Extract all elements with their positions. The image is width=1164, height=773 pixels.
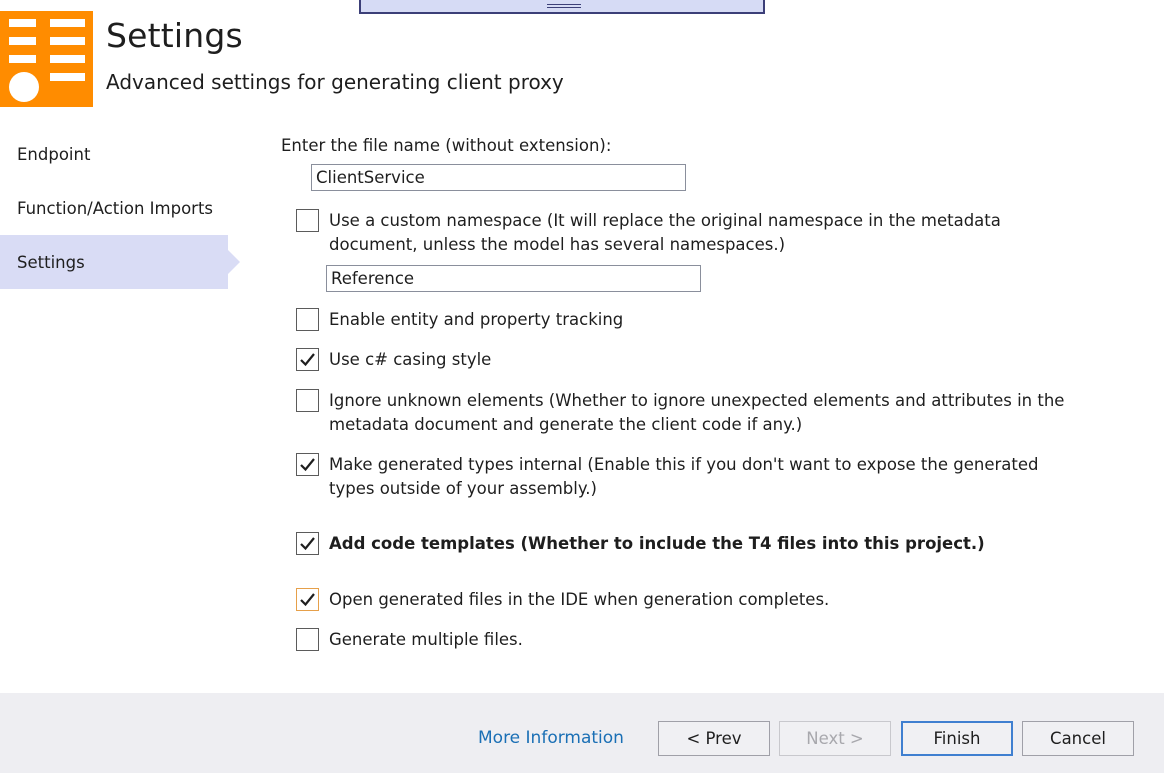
custom-namespace-checkbox[interactable] <box>296 209 319 232</box>
nav-item-label: Settings <box>17 252 85 272</box>
file-name-label: Enter the file name (without extension): <box>281 136 612 155</box>
option-ignore-unknown: Ignore unknown elements (Whether to igno… <box>296 389 1069 437</box>
option-csharp-casing: Use c# casing style <box>296 348 1069 372</box>
ignore-unknown-checkbox[interactable] <box>296 389 319 412</box>
splitter-handle[interactable] <box>359 0 765 14</box>
checkmark-icon <box>300 353 315 367</box>
option-entity-tracking: Enable entity and property tracking <box>296 308 1069 332</box>
custom-namespace-label: Use a custom namespace (It will replace … <box>329 211 1001 254</box>
option-internal-types: Make generated types internal (Enable th… <box>296 453 1069 501</box>
finish-button[interactable]: Finish <box>901 721 1013 756</box>
entity-tracking-label: Enable entity and property tracking <box>329 310 624 329</box>
option-custom-namespace: Use a custom namespace (It will replace … <box>296 209 1069 257</box>
internal-types-label: Make generated types internal (Enable th… <box>329 455 1039 498</box>
nav-item-function-action-imports[interactable]: Function/Action Imports <box>0 181 228 235</box>
wizard-nav: Endpoint Function/Action Imports Setting… <box>0 127 240 289</box>
page-subtitle: Advanced settings for generating client … <box>106 70 564 94</box>
nav-item-endpoint[interactable]: Endpoint <box>0 127 228 181</box>
namespace-input[interactable] <box>326 265 701 292</box>
next-button[interactable]: Next > <box>779 721 891 756</box>
code-templates-label: Add code templates (Whether to include t… <box>329 534 985 553</box>
prev-button[interactable]: < Prev <box>658 721 770 756</box>
nav-item-label: Endpoint <box>17 144 91 164</box>
multiple-files-checkbox[interactable] <box>296 628 319 651</box>
nav-item-label: Function/Action Imports <box>17 198 214 218</box>
file-name-input[interactable] <box>311 164 686 191</box>
option-open-files: Open generated files in the IDE when gen… <box>296 588 1069 612</box>
checkmark-icon <box>300 593 315 607</box>
wizard-footer: More Information < Prev Next > Finish Ca… <box>0 693 1164 773</box>
settings-form: Enter the file name (without extension):… <box>0 0 1164 690</box>
settings-list-icon <box>0 11 93 107</box>
code-templates-checkbox[interactable] <box>296 532 319 555</box>
open-files-checkbox[interactable] <box>296 588 319 611</box>
more-information-link[interactable]: More Information <box>478 728 624 748</box>
csharp-casing-checkbox[interactable] <box>296 348 319 371</box>
checkmark-icon <box>300 458 315 472</box>
option-multiple-files: Generate multiple files. <box>296 628 1069 652</box>
grip-icon <box>547 4 581 8</box>
nav-item-settings[interactable]: Settings <box>0 235 240 289</box>
open-files-label: Open generated files in the IDE when gen… <box>329 590 830 609</box>
checkmark-icon <box>300 537 315 551</box>
entity-tracking-checkbox[interactable] <box>296 308 319 331</box>
ignore-unknown-label: Ignore unknown elements (Whether to igno… <box>329 391 1065 434</box>
internal-types-checkbox[interactable] <box>296 453 319 476</box>
csharp-casing-label: Use c# casing style <box>329 350 492 369</box>
page-title: Settings <box>106 16 243 55</box>
multiple-files-label: Generate multiple files. <box>329 630 523 649</box>
cancel-button[interactable]: Cancel <box>1022 721 1134 756</box>
option-code-templates: Add code templates (Whether to include t… <box>296 532 1069 556</box>
